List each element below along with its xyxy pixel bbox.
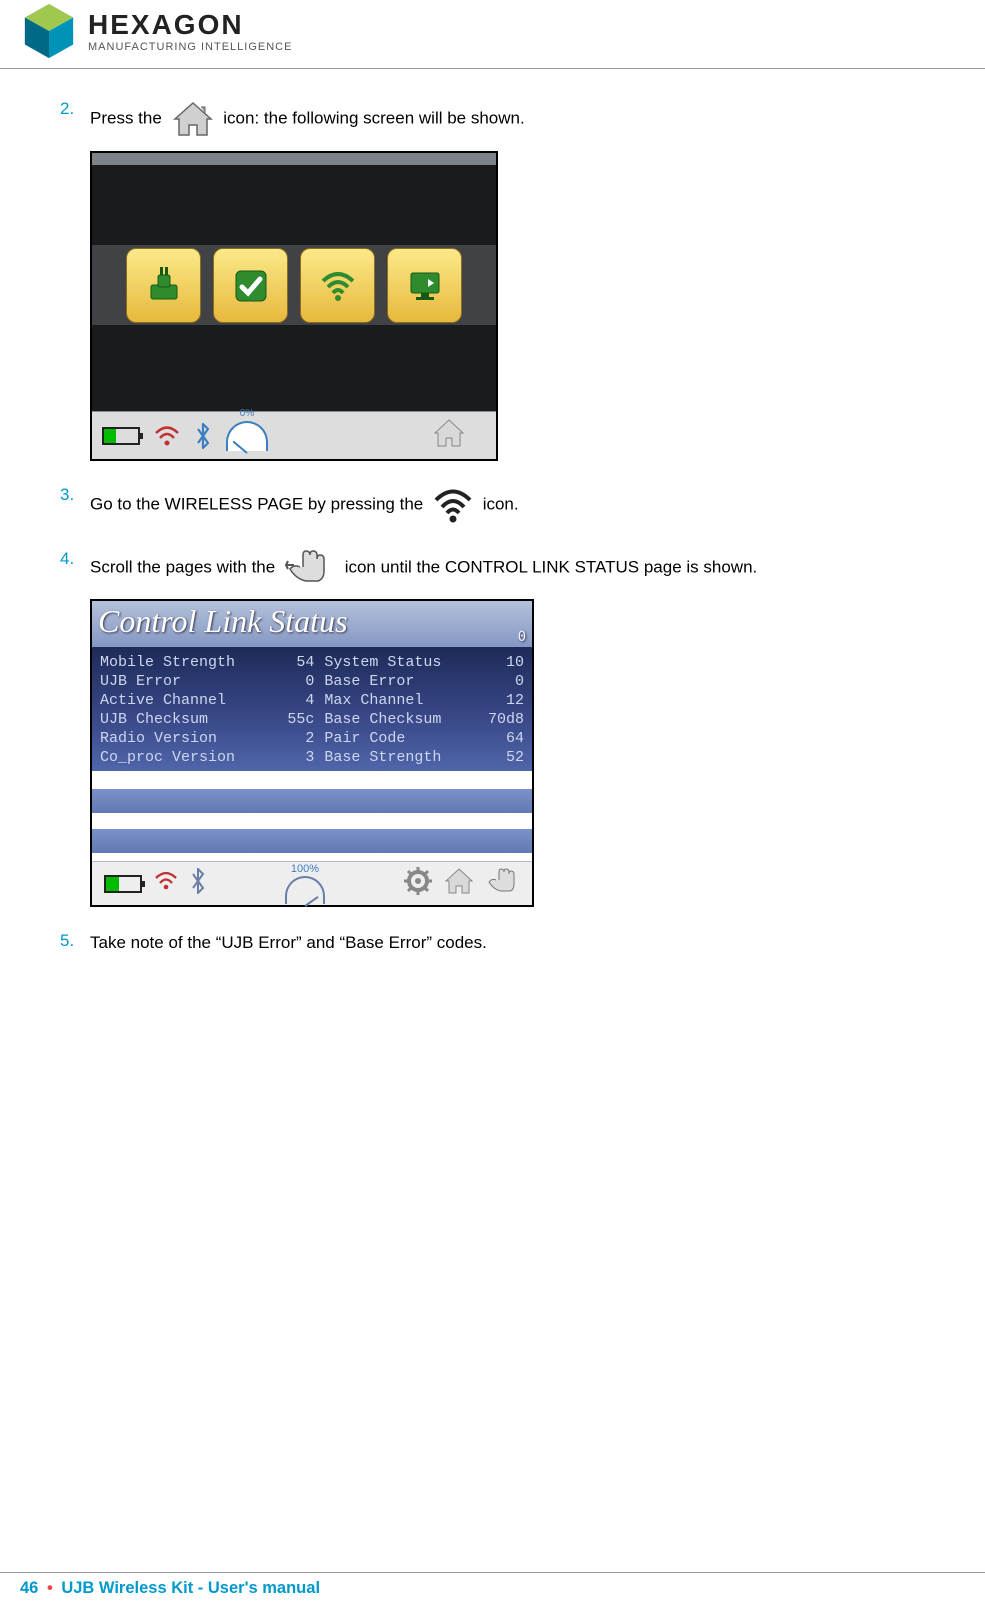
step-text: Go to the WIRELESS PAGE by pressing the — [90, 494, 428, 513]
footer-separator: • — [47, 1579, 53, 1597]
step-number: 2. — [60, 99, 74, 119]
step-text: Scroll the pages with the — [90, 557, 280, 576]
step-4: 4. Scroll the pages with the icon until … — [60, 549, 965, 907]
page-header: HEXAGON MANUFACTURING INTELLIGENCE — [0, 0, 985, 69]
scroll-hand-icon — [284, 549, 336, 587]
step-text: Press the — [90, 108, 167, 127]
screen-corner-index: 0 — [518, 629, 526, 645]
footer-title: UJB Wireless Kit - User's manual — [61, 1579, 320, 1597]
brand-name: HEXAGON — [88, 9, 292, 41]
home-icon — [171, 99, 215, 139]
screenshot-home-screen: 0% — [90, 151, 498, 461]
status-data-table: Mobile Strength54System Status10 UJB Err… — [92, 647, 532, 771]
step-number: 5. — [60, 931, 74, 951]
step-text: icon until the CONTROL LINK STATUS page … — [345, 557, 758, 576]
footer-page-number: 46 — [20, 1579, 38, 1597]
app-button-wireless-icon — [300, 248, 375, 323]
gauge-percent: 0% — [240, 408, 254, 419]
gauge-percent: 100% — [285, 863, 325, 875]
gear-icon — [404, 867, 432, 900]
status-bar: 100% — [92, 861, 532, 905]
battery-icon — [104, 875, 142, 893]
app-button-connect-icon — [126, 248, 201, 323]
step-text: icon. — [483, 494, 519, 513]
scroll-hand-icon — [486, 868, 520, 899]
step-text: icon: the following screen will be shown… — [223, 108, 524, 127]
battery-icon — [102, 427, 140, 445]
gauge-icon — [226, 421, 268, 451]
screen-mid-bands — [92, 771, 532, 861]
home-icon — [432, 418, 466, 453]
page-content: 2. Press the icon: the following screen … — [0, 69, 985, 999]
step-number: 3. — [60, 485, 74, 505]
bluetooth-icon — [190, 868, 206, 899]
wifi-icon — [154, 425, 180, 447]
step-2: 2. Press the icon: the following screen … — [60, 99, 965, 461]
screenshot-control-link-status: Control Link Status 0 Mobile Strength54S… — [90, 599, 534, 907]
gauge-icon — [285, 876, 325, 904]
bluetooth-icon — [194, 422, 212, 450]
screen-title: Control Link Status — [98, 603, 348, 639]
wifi-icon — [154, 871, 178, 896]
step-3: 3. Go to the WIRELESS PAGE by pressing t… — [60, 485, 965, 525]
status-bar: 0% — [92, 411, 496, 459]
step-5: 5. Take note of the “UJB Error” and “Bas… — [60, 931, 965, 955]
step-text: Take note of the “UJB Error” and “Base E… — [90, 933, 487, 952]
home-icon — [444, 868, 474, 899]
brand-subtitle: MANUFACTURING INTELLIGENCE — [88, 41, 292, 53]
page-footer: 46 • UJB Wireless Kit - User's manual — [0, 1572, 985, 1602]
step-number: 4. — [60, 549, 74, 569]
wireless-icon — [432, 485, 474, 525]
hexagon-logo-mark-icon — [20, 2, 78, 60]
app-button-check-icon — [213, 248, 288, 323]
app-button-display-icon — [387, 248, 462, 323]
